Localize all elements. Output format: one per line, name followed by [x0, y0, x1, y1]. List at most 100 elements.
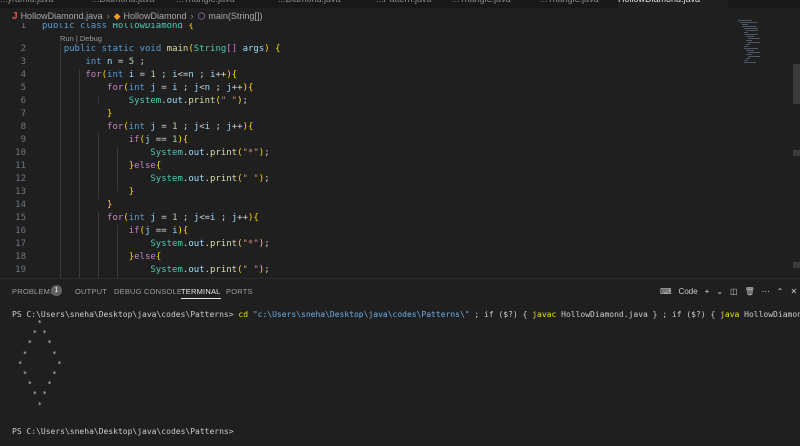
indent-guide	[117, 147, 118, 191]
minimap-line	[746, 40, 752, 41]
minimap[interactable]	[736, 20, 760, 70]
code-editor[interactable]: Run | Debug 1 public class HollowDiamond …	[0, 23, 800, 278]
indent-guide	[98, 134, 99, 199]
editor-scrollbar[interactable]	[793, 64, 800, 104]
code-line[interactable]: 7 }	[0, 108, 740, 121]
code-line[interactable]: 8 for(int j = 1 ; j<i ; j++){	[0, 121, 740, 134]
minimap-line	[740, 22, 758, 23]
output-star: *	[47, 339, 52, 348]
minimap-line	[748, 42, 760, 43]
code-line[interactable]: 9 if(j == 1){	[0, 134, 740, 147]
output-star: *	[37, 400, 42, 409]
line-number: 15	[15, 213, 26, 223]
output-star: *	[37, 319, 42, 327]
minimap-line	[746, 30, 758, 31]
output-star: *	[52, 349, 57, 358]
code-text: for(int j = 1 ; j<i ; j++){	[107, 122, 254, 132]
breadcrumb-file[interactable]: J HollowDiamond.java	[12, 11, 103, 22]
code-line[interactable]: 12 System.out.print(" ");	[0, 173, 740, 186]
code-text: for(int j = i ; j<n ; j++){	[107, 83, 254, 93]
code-text: System.out.print("*");	[150, 148, 270, 158]
minimap-line	[746, 50, 754, 51]
code-line[interactable]: 17 System.out.print("*");	[0, 238, 740, 251]
code-line[interactable]: 1 public class HollowDiamond {	[0, 23, 740, 33]
editor-tab[interactable]: HollowDiamond.java	[618, 0, 728, 8]
code-line[interactable]: 5 for(int j = i ; j<n ; j++){	[0, 82, 740, 95]
editor-tab[interactable]: ...Triangle.java	[540, 0, 610, 8]
editor-tab[interactable]: ...Diamond.java	[92, 0, 162, 8]
code-text: }	[107, 200, 113, 210]
line-number: 17	[15, 239, 26, 249]
code-text: int n = 5 ;	[85, 57, 145, 67]
output-star: *	[22, 349, 28, 358]
chevron-right-icon: ›	[106, 11, 110, 21]
editor-tab[interactable]: ...Diamond.java	[278, 0, 366, 8]
line-number: 18	[15, 252, 26, 262]
code-text: for(int i = 1 ; i<=n ; i++){	[85, 70, 238, 80]
line-number: 4	[20, 70, 26, 80]
terminal-command-line: PS C:\Users\sneha\Desktop\java\codes\Pat…	[12, 310, 800, 319]
minimap-line	[746, 36, 754, 37]
code-line[interactable]: 4 for(int i = 1 ; i<=n ; i++){	[0, 69, 740, 82]
minimap-line	[744, 28, 758, 29]
output-star: *	[32, 390, 37, 399]
minimap-line	[748, 38, 760, 39]
line-number: 1	[20, 23, 26, 31]
terminal[interactable]: PS C:\Users\sneha\Desktop\java\codes\Pat…	[0, 279, 800, 446]
editor-tab[interactable]: ...Pattern.java	[376, 0, 440, 8]
breadcrumb-class[interactable]: ◆ HollowDiamond	[114, 11, 187, 22]
code-line[interactable]: 6 System.out.print(" ");	[0, 95, 740, 108]
code-line[interactable]: 13 }	[0, 186, 740, 199]
output-star: *	[27, 380, 33, 389]
code-line[interactable]: 3 int n = 5 ;	[0, 56, 740, 69]
code-text: System.out.print(" ");	[150, 174, 270, 184]
line-number: 12	[15, 174, 26, 184]
indent-guide	[79, 69, 80, 278]
code-line[interactable]: 11 }else{	[0, 160, 740, 173]
terminal-prompt: PS C:\Users\sneha\Desktop\java\codes\Pat…	[12, 427, 234, 436]
output-star: *	[42, 390, 47, 399]
indent-guide	[60, 43, 61, 278]
scrollbar-marker	[793, 262, 800, 268]
minimap-line	[748, 56, 760, 57]
line-number: 2	[20, 44, 26, 54]
code-text: for(int j = 1 ; j<=i ; j++){	[107, 213, 259, 223]
code-text: if(j == i){	[128, 226, 189, 236]
minimap-line	[742, 24, 748, 25]
editor-tab[interactable]: ...yramid.java	[0, 0, 80, 8]
code-line[interactable]: 15 for(int j = 1 ; j<=i ; j++){	[0, 212, 740, 225]
indent-guide	[117, 225, 118, 278]
line-number: 14	[15, 200, 26, 210]
code-line[interactable]: 19 System.out.print(" ");	[0, 264, 740, 277]
indent-guide	[98, 212, 99, 278]
code-line[interactable]: 14 }	[0, 199, 740, 212]
code-text: System.out.print("*");	[150, 239, 270, 249]
editor-tab[interactable]: ...Triangle.java	[176, 0, 262, 8]
output-star: *	[32, 329, 37, 338]
line-number: 9	[20, 135, 26, 145]
code-line[interactable]: 10 System.out.print("*");	[0, 147, 740, 160]
line-number: 5	[20, 83, 26, 93]
breadcrumb-method[interactable]: ⬡ main(String[])	[198, 11, 263, 22]
breadcrumb: J HollowDiamond.java › ◆ HollowDiamond ›…	[0, 9, 800, 23]
line-number: 6	[20, 96, 26, 106]
bottom-panel: PROBLEMS 1 OUTPUT DEBUG CONSOLE TERMINAL…	[0, 278, 800, 446]
code-line[interactable]: 2 public static void main(String[] args)…	[0, 43, 740, 56]
code-text: public static void main(String[] args) {	[63, 44, 281, 54]
editor-tab-bar: ...yramid.java ...Diamond.java ...Triangle…	[0, 0, 800, 8]
minimap-line	[742, 26, 756, 27]
minimap-line	[744, 46, 748, 47]
minimap-line	[746, 44, 750, 45]
code-text: }	[107, 109, 113, 119]
minimap-line	[744, 34, 758, 35]
indent-guide	[98, 95, 99, 103]
output-star: *	[57, 359, 62, 368]
java-file-icon: J	[12, 10, 18, 22]
minimap-line	[746, 54, 752, 55]
code-line[interactable]: 16 if(j == i){	[0, 225, 740, 238]
minimap-line	[744, 32, 748, 33]
code-text: }	[128, 187, 135, 197]
line-number: 11	[15, 161, 26, 171]
code-line[interactable]: 18 }else{	[0, 251, 740, 264]
editor-tab[interactable]: ...Triangle.java	[452, 0, 534, 8]
